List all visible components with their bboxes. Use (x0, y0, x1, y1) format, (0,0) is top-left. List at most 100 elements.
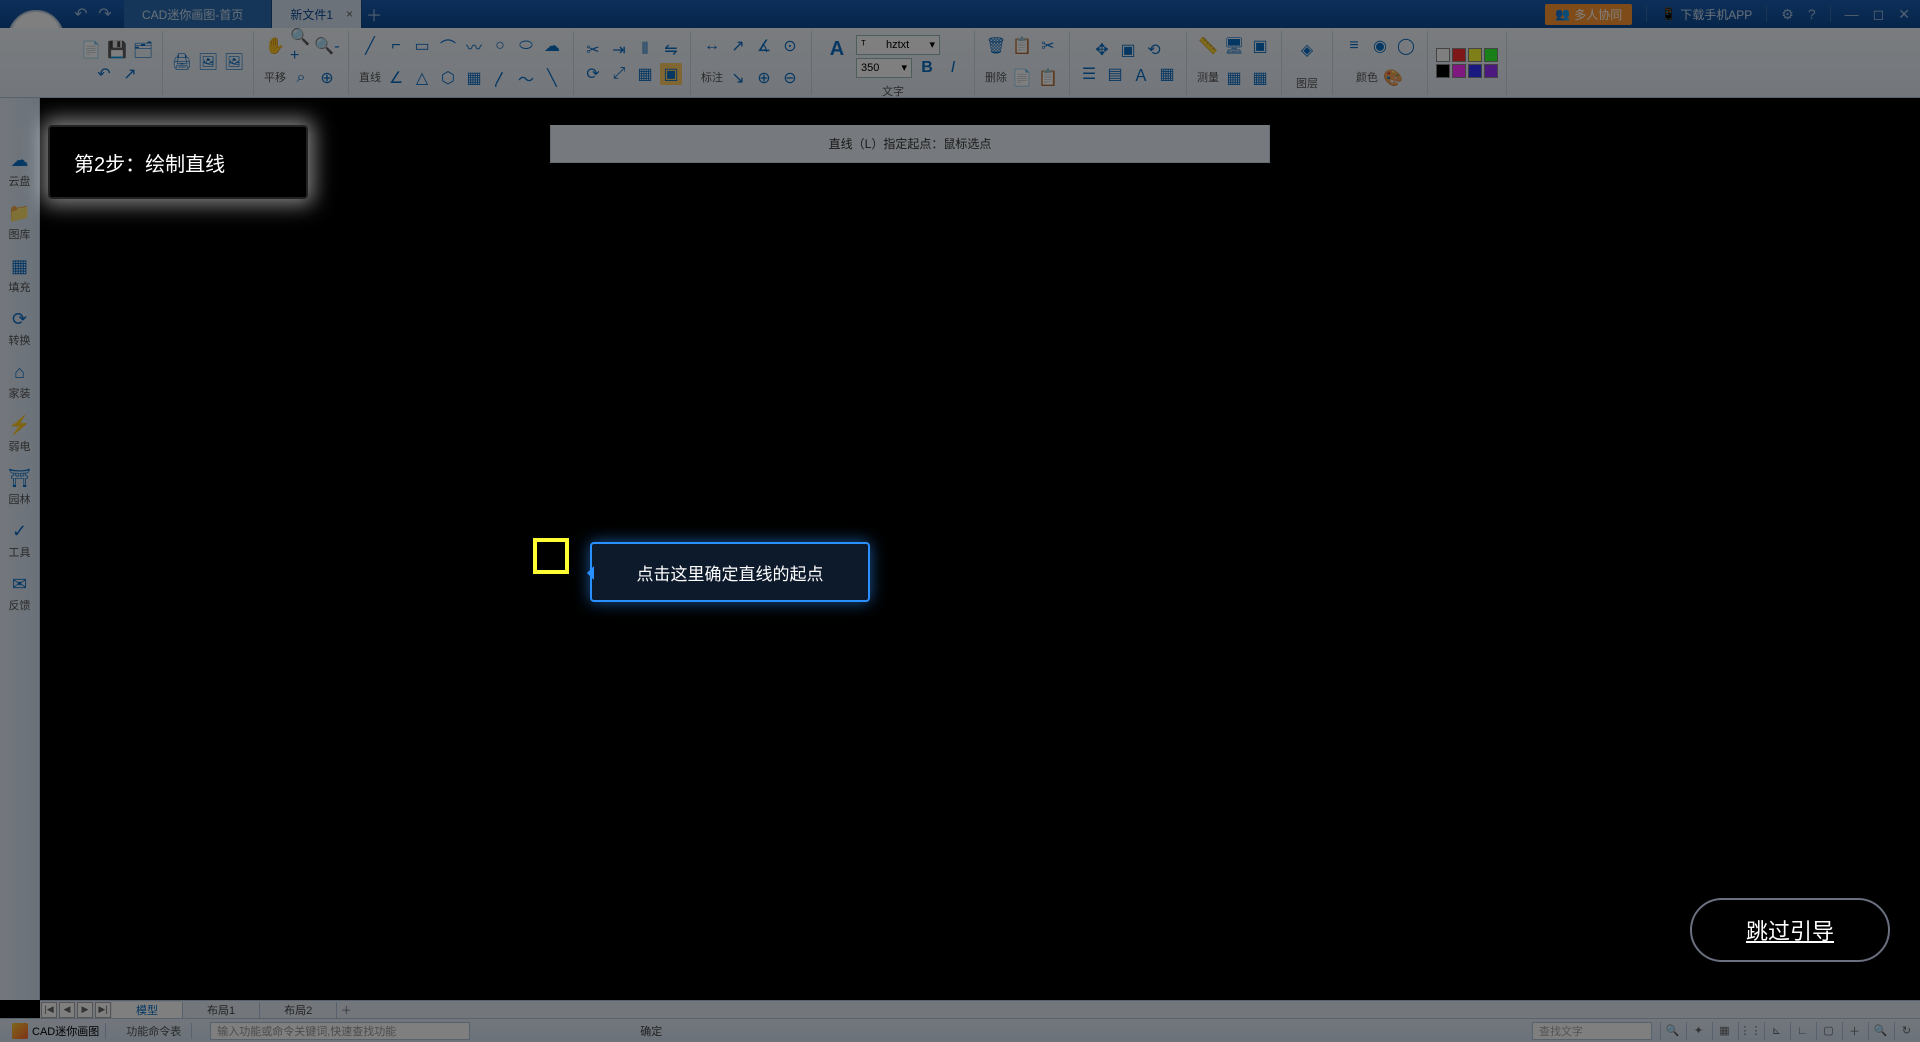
paste2-icon[interactable]: 📋 (1037, 67, 1059, 89)
cloud-icon[interactable]: ☁ (541, 35, 563, 57)
preview-icon[interactable]: 🖼 (197, 51, 219, 73)
print-icon[interactable]: 🖨 (171, 51, 193, 73)
lines-icon[interactable]: ≡ (1343, 35, 1365, 57)
copy-icon[interactable]: 📋 (1011, 35, 1033, 57)
drawing-canvas[interactable] (40, 98, 1920, 1000)
close-icon[interactable]: × (346, 7, 353, 21)
layer-icon[interactable]: ◈ (1292, 35, 1322, 65)
align-icon[interactable]: ☰ (1078, 63, 1100, 85)
text2-icon[interactable]: Ａ (1130, 63, 1152, 85)
image-icon[interactable]: 🖼 (223, 51, 245, 73)
swatch-green[interactable] (1484, 48, 1498, 62)
dim-angular-icon[interactable]: ∡ (753, 35, 775, 57)
dim-radius-icon[interactable]: ⊙ (779, 35, 801, 57)
select-icon[interactable]: ▣ (1117, 39, 1139, 61)
command-list-button[interactable]: 功能命令表 (116, 1023, 192, 1039)
new-icon[interactable]: 📄 (80, 39, 102, 61)
sidebar-item-home[interactable]: ⌂家装 (9, 360, 31, 403)
sidebar-item-tools[interactable]: ✓工具 (9, 519, 31, 562)
osnap-icon[interactable]: ▢ (1816, 1022, 1834, 1040)
polygon-icon[interactable]: ⬡ (437, 67, 459, 89)
outlinecolor-icon[interactable]: ◯ (1395, 35, 1417, 57)
zoom-window-icon[interactable]: ⌕ (290, 67, 312, 89)
block-icon[interactable]: ▣ (660, 63, 682, 85)
collab-button[interactable]: 👥 多人协同 (1545, 4, 1632, 25)
close-window-icon[interactable]: ✕ (1898, 6, 1910, 23)
tab-newfile1[interactable]: 新文件1 × (272, 0, 362, 28)
array-icon[interactable]: ▦ (634, 63, 656, 85)
grid2-icon[interactable]: ⋮⋮ (1738, 1022, 1756, 1040)
save-icon[interactable]: 💾 (106, 39, 128, 61)
swatch-black[interactable] (1436, 64, 1450, 78)
tab-add-button[interactable]: ＋ (362, 0, 386, 28)
skip-tutorial-button[interactable]: 跳过引导 (1690, 898, 1890, 962)
measure-icon[interactable]: 📏 (1197, 35, 1219, 57)
ortho-icon[interactable]: ⊾ (1764, 1022, 1782, 1040)
download-app-link[interactable]: 📱 下载手机APP (1661, 6, 1752, 23)
redo-icon[interactable]: ↷ (96, 5, 114, 23)
text-icon[interactable]: A (822, 35, 852, 65)
cut-icon[interactable]: ✂ (1037, 35, 1059, 57)
open-icon[interactable]: ↶ (93, 63, 115, 85)
leader-icon[interactable]: ↘ (727, 67, 749, 89)
font-size-combo[interactable]: 350▾ (856, 58, 912, 78)
extend-icon[interactable]: ⇥ (608, 39, 630, 61)
undo-icon[interactable]: ↶ (72, 5, 90, 23)
dim-linear-icon[interactable]: ↔ (701, 35, 723, 57)
layout-next-icon[interactable]: ▶ (77, 1002, 93, 1018)
ellipse-icon[interactable]: ⬭ (515, 35, 537, 57)
xline-icon[interactable]: ╲ (541, 67, 563, 89)
wave-icon[interactable]: 〜 (515, 67, 537, 89)
table2-icon[interactable]: ▦ (1249, 67, 1271, 89)
sidebar-item-library[interactable]: 📁图库 (8, 201, 30, 244)
fillcolor-icon[interactable]: ◉ (1369, 35, 1391, 57)
layout-first-icon[interactable]: |◀ (41, 1002, 57, 1018)
tab-home[interactable]: CAD迷你画图-首页 (124, 0, 272, 28)
grid-icon[interactable]: ▦ (1156, 63, 1178, 85)
arc-icon[interactable]: ⌒ (437, 35, 459, 57)
zoom-extent-icon[interactable]: ⊕ (316, 67, 338, 89)
italic-button[interactable]: I (942, 57, 964, 79)
ok-button[interactable]: 确定 (620, 1023, 682, 1039)
find-input[interactable]: 查找文字 (1532, 1022, 1652, 1040)
app-name-badge[interactable]: CAD迷你画图 (6, 1023, 106, 1039)
snap-toggle-icon[interactable]: ✦ (1686, 1022, 1704, 1040)
layout-tab-layout1[interactable]: 布局1 (183, 1002, 260, 1018)
refresh-icon[interactable]: ↻ (1894, 1022, 1912, 1040)
command-input[interactable]: 输入功能或命令关键词,快速查找功能 (210, 1022, 470, 1040)
grid-toggle-icon[interactable]: ▦ (1712, 1022, 1730, 1040)
picker-icon[interactable]: 🎨 (1382, 67, 1404, 89)
delete-icon[interactable]: 🗑 (985, 35, 1007, 57)
crosshair-icon[interactable]: ＋ (1842, 1022, 1860, 1040)
rect-icon[interactable]: ▭ (411, 35, 433, 57)
sidebar-item-electric[interactable]: ⚡弱电 (8, 413, 30, 456)
layout-tab-layout2[interactable]: 布局2 (260, 1002, 337, 1018)
swatch-yellow[interactable] (1468, 48, 1482, 62)
sidebar-item-convert[interactable]: ⟳转换 (9, 307, 31, 350)
swatch-magenta[interactable] (1452, 64, 1466, 78)
snap-icon[interactable]: ▣ (1249, 35, 1271, 57)
mirror-icon[interactable]: ⇋ (660, 39, 682, 61)
zoomin-icon[interactable]: 🔍+ (290, 35, 312, 57)
zoomout-icon[interactable]: 🔍- (316, 35, 338, 57)
calc-icon[interactable]: 🖥 (1223, 35, 1245, 57)
circle-icon[interactable]: ○ (489, 35, 511, 57)
zoom-icon[interactable]: 🔍 (1868, 1022, 1886, 1040)
sidebar-item-feedback[interactable]: ✉反馈 (9, 572, 31, 615)
dim2-icon[interactable]: ⊕ (753, 67, 775, 89)
gear-icon[interactable]: ⚙ (1781, 6, 1794, 23)
swatch-white[interactable] (1436, 48, 1450, 62)
help-icon[interactable]: ? (1808, 6, 1816, 22)
layout-add-button[interactable]: ＋ (337, 1002, 355, 1018)
polar-icon[interactable]: ∟ (1790, 1022, 1808, 1040)
layout-tab-model[interactable]: 模型 (112, 1002, 183, 1018)
table-icon[interactable]: ▦ (1223, 67, 1245, 89)
angle-icon[interactable]: ∠ (385, 67, 407, 89)
dim3-icon[interactable]: ⊖ (779, 67, 801, 89)
layout-last-icon[interactable]: ▶| (95, 1002, 111, 1018)
rotate-icon[interactable]: ⟳ (582, 63, 604, 85)
saveall-icon[interactable]: 🗂 (132, 39, 154, 61)
swatch-red[interactable] (1452, 48, 1466, 62)
bold-button[interactable]: B (916, 57, 938, 79)
move-icon[interactable]: ✥ (1091, 39, 1113, 61)
